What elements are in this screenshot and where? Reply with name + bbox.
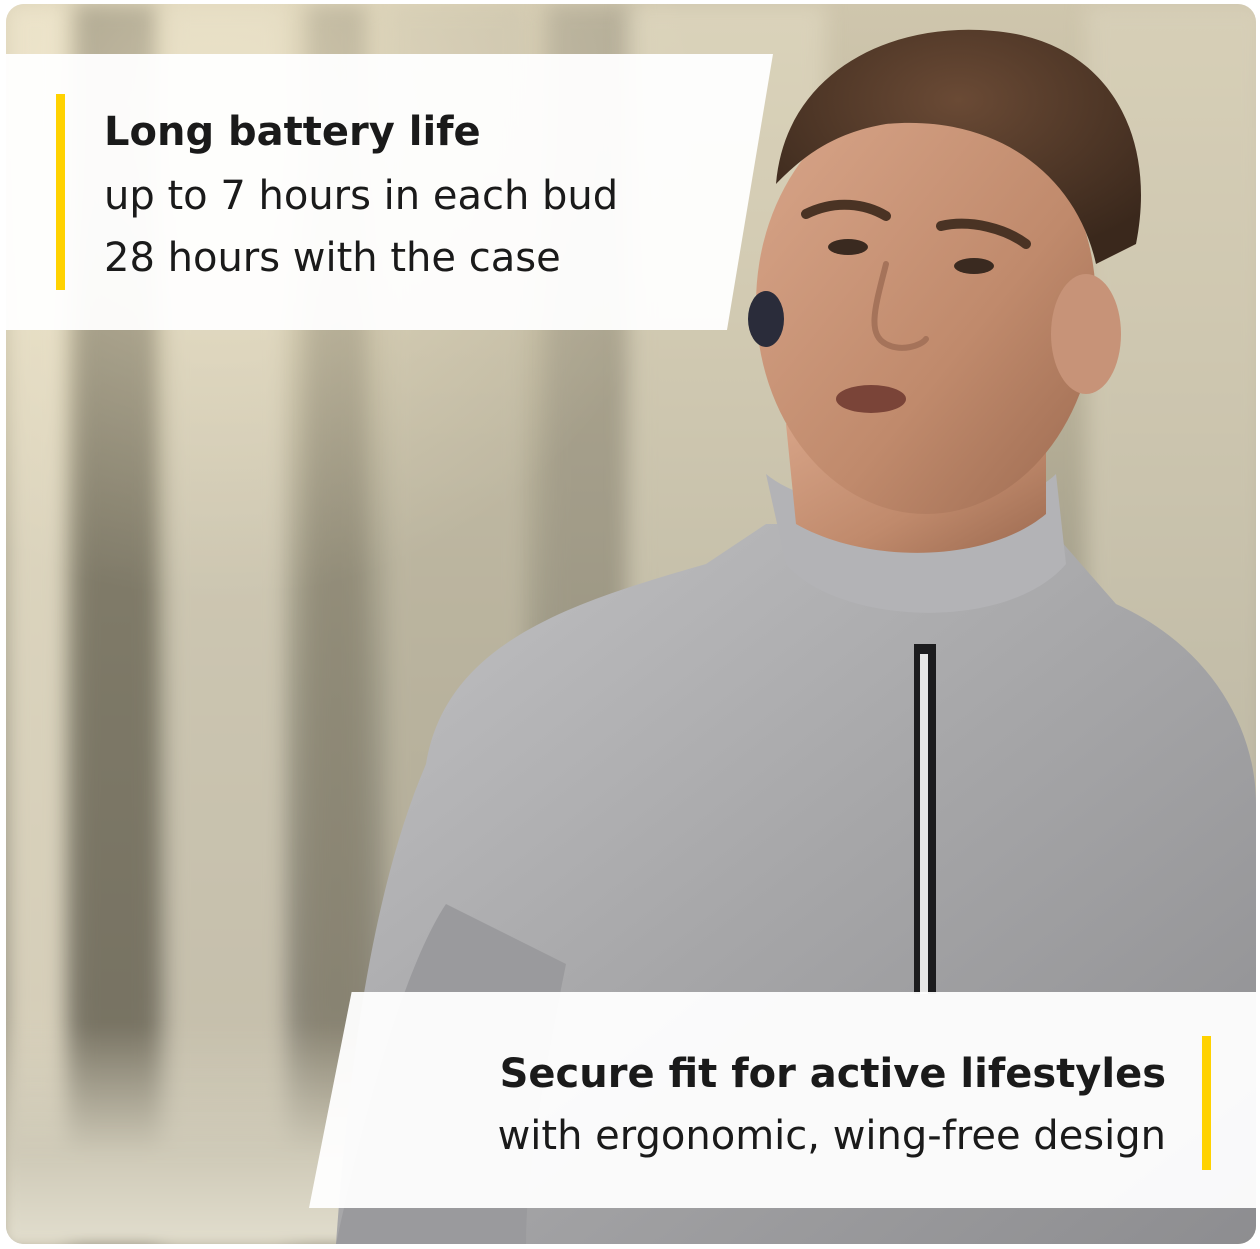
eye-right <box>954 258 994 274</box>
feature-panel-battery: Long battery life up to 7 hours in each … <box>6 54 773 330</box>
zipper-stripe <box>920 654 928 994</box>
product-photo: Long battery life up to 7 hours in each … <box>6 4 1256 1244</box>
accent-bar <box>1202 1036 1211 1170</box>
earbud <box>748 291 784 347</box>
feature-detail: 28 hours with the case <box>104 235 561 281</box>
feature-detail: with ergonomic, wing-free design <box>497 1113 1166 1159</box>
ear <box>1051 274 1121 394</box>
mouth <box>836 385 906 413</box>
feature-panel-fit: Secure fit for active lifestyles with er… <box>309 992 1256 1208</box>
feature-headline: Secure fit for active lifestyles <box>499 1051 1166 1097</box>
feature-detail: up to 7 hours in each bud <box>104 173 619 219</box>
eye-left <box>828 239 868 255</box>
accent-bar <box>56 94 65 290</box>
feature-headline: Long battery life <box>104 109 481 155</box>
